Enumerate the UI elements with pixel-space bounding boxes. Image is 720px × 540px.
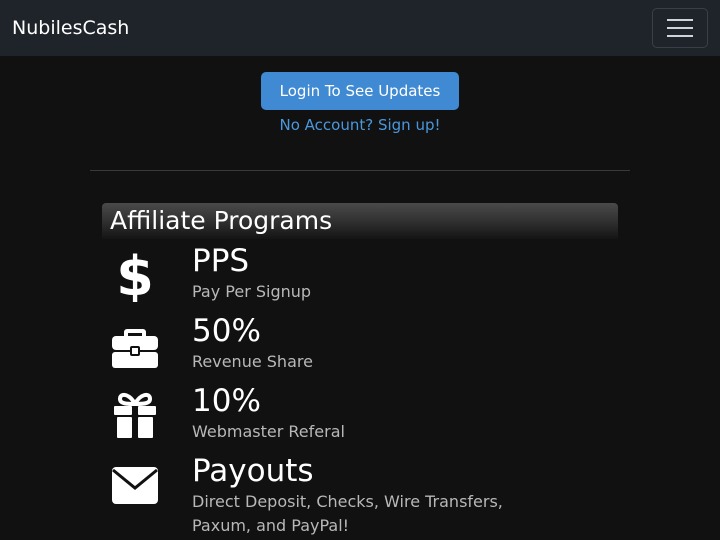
- brand-link[interactable]: NubilesCash: [12, 15, 129, 41]
- login-button[interactable]: Login To See Updates: [261, 72, 459, 110]
- svg-text:$: $: [116, 248, 154, 302]
- hamburger-icon: [667, 19, 693, 37]
- program-description: Pay Per Signup: [192, 282, 312, 301]
- signup-link[interactable]: No Account? Sign up!: [0, 115, 720, 135]
- program-title: Payouts: [192, 453, 314, 489]
- section-divider: [90, 170, 630, 171]
- navbar-toggle-button[interactable]: [652, 8, 708, 48]
- program-description: Revenue Share: [192, 352, 313, 371]
- gift-icon: [114, 392, 156, 438]
- program-title: 50%: [192, 313, 261, 349]
- envelope-icon: [112, 467, 158, 504]
- program-title: 10%: [192, 383, 261, 419]
- top-navbar: NubilesCash: [0, 0, 720, 56]
- section-title: Affiliate Programs: [110, 206, 333, 235]
- affiliate-programs-header: Affiliate Programs: [102, 203, 618, 239]
- program-description: Direct Deposit, Checks, Wire Transfers, …: [192, 492, 503, 535]
- program-title: PPS: [192, 243, 250, 279]
- dollar-icon: $: [116, 248, 154, 302]
- program-description: Webmaster Referal: [192, 422, 345, 441]
- briefcase-icon: [112, 329, 158, 368]
